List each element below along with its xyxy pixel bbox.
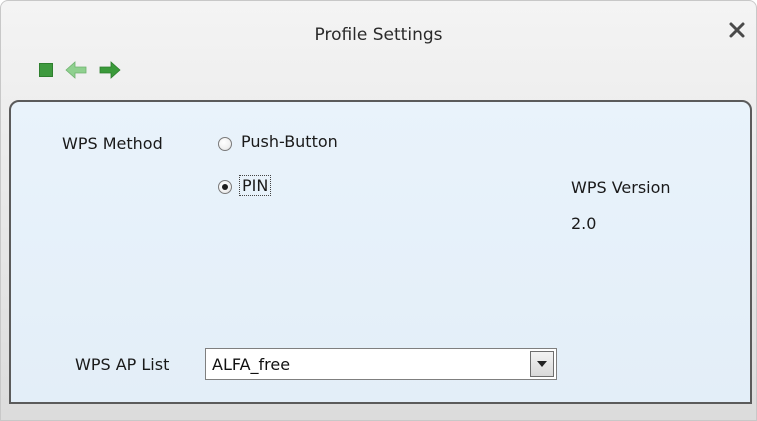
- profile-settings-window: Profile Settings WPS Method Push-Button …: [0, 0, 757, 421]
- pin-focus-ring[interactable]: PIN: [239, 175, 272, 196]
- stop-square-icon[interactable]: [39, 63, 53, 77]
- close-icon[interactable]: [726, 19, 748, 41]
- wps-ap-list-label: WPS AP List: [75, 355, 170, 374]
- wps-version-label: WPS Version: [571, 178, 671, 197]
- push-button-radio[interactable]: [218, 137, 232, 151]
- pin-label[interactable]: PIN: [242, 176, 268, 195]
- toolbar: [39, 59, 121, 81]
- forward-arrow-icon[interactable]: [99, 61, 121, 79]
- wps-ap-list-value: ALFA_free: [212, 355, 291, 374]
- push-button-label[interactable]: Push-Button: [241, 132, 338, 151]
- pin-radio[interactable]: [218, 180, 232, 194]
- window-title: Profile Settings: [314, 25, 443, 45]
- wps-ap-list-select[interactable]: ALFA_free: [205, 348, 557, 380]
- wps-version-value: 2.0: [571, 214, 597, 233]
- back-arrow-icon[interactable]: [65, 61, 87, 79]
- chevron-down-icon[interactable]: [530, 351, 554, 377]
- wps-method-label: WPS Method: [62, 134, 163, 153]
